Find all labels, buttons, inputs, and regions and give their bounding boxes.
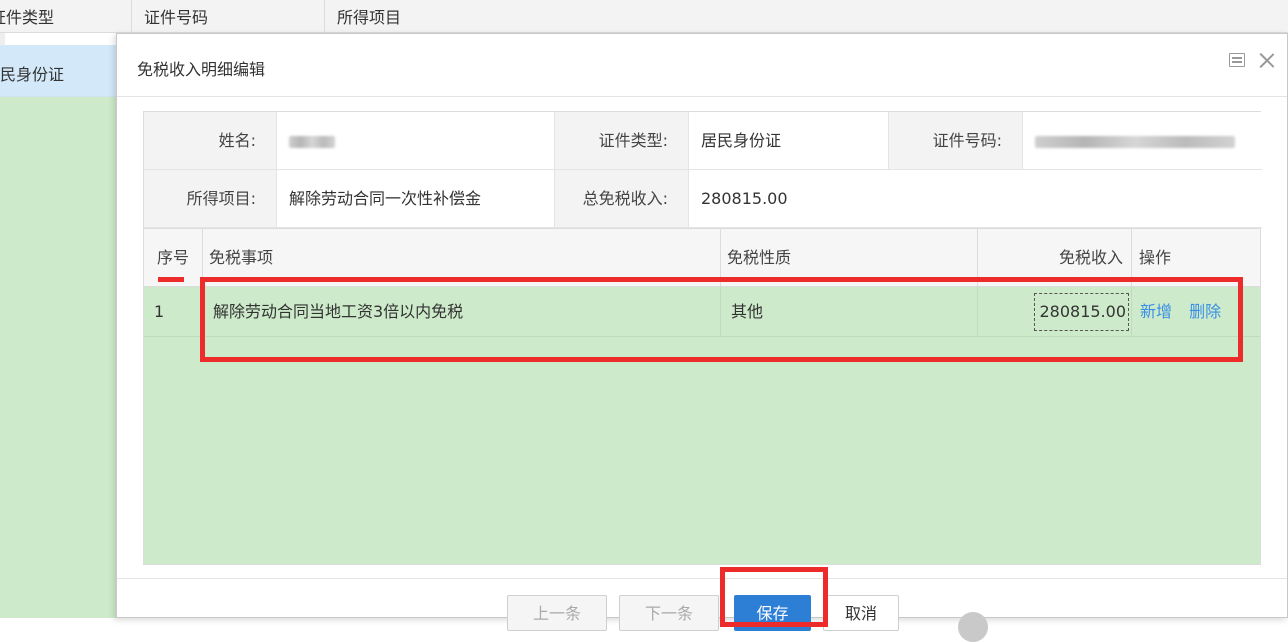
name-label: 姓名: bbox=[144, 112, 277, 170]
watermark-logo-icon bbox=[958, 612, 988, 642]
income-item-label: 所得项目: bbox=[144, 170, 277, 228]
highlight-box-save bbox=[720, 567, 828, 627]
id-no-label: 证件号码: bbox=[889, 112, 1023, 170]
close-icon[interactable] bbox=[1259, 52, 1275, 68]
dialog-title: 免税收入明细编辑 bbox=[137, 60, 266, 79]
id-type-value: 居民身份证 bbox=[689, 112, 889, 170]
total-exempt-value: 280815.00 bbox=[689, 170, 1262, 228]
bg-selected-row[interactable]: 居民身份证 bbox=[0, 45, 116, 97]
id-no-value bbox=[1023, 112, 1262, 170]
dialog-window-controls bbox=[1229, 52, 1275, 68]
next-record-button[interactable]: 下一条 bbox=[619, 595, 719, 631]
cancel-button[interactable]: 取消 bbox=[823, 595, 899, 631]
person-info-panel: 姓名: 证件类型: 居民身份证 证件号码: 所得项目: 解除劳动合同一次性补偿金… bbox=[143, 111, 1262, 229]
redacted-name bbox=[289, 135, 335, 148]
prev-record-button[interactable]: 上一条 bbox=[507, 595, 607, 631]
row-seq: 1 bbox=[144, 287, 203, 337]
bg-row-area bbox=[0, 97, 116, 618]
maximize-icon[interactable] bbox=[1229, 53, 1245, 67]
income-item-value: 解除劳动合同一次性补偿金 bbox=[277, 170, 555, 228]
footer-divider bbox=[117, 578, 1287, 579]
name-value bbox=[277, 112, 555, 170]
bg-header-income-item[interactable]: 所得项目 bbox=[325, 0, 1288, 33]
highlight-box-row bbox=[200, 277, 1243, 362]
bg-header-id-no[interactable]: 证件号码 bbox=[132, 0, 325, 33]
bg-header-id-type[interactable]: 证件类型 bbox=[0, 0, 132, 33]
id-type-label: 证件类型: bbox=[555, 112, 689, 170]
bg-row-id-type: 居民身份证 bbox=[0, 65, 65, 84]
total-exempt-label: 总免税收入: bbox=[555, 170, 689, 228]
dialog-title-divider bbox=[117, 96, 1287, 97]
highlight-underline-seq bbox=[158, 277, 184, 282]
background-table-header: 证件类型 证件号码 所得项目 bbox=[0, 0, 1288, 33]
redacted-id-number bbox=[1035, 135, 1235, 148]
